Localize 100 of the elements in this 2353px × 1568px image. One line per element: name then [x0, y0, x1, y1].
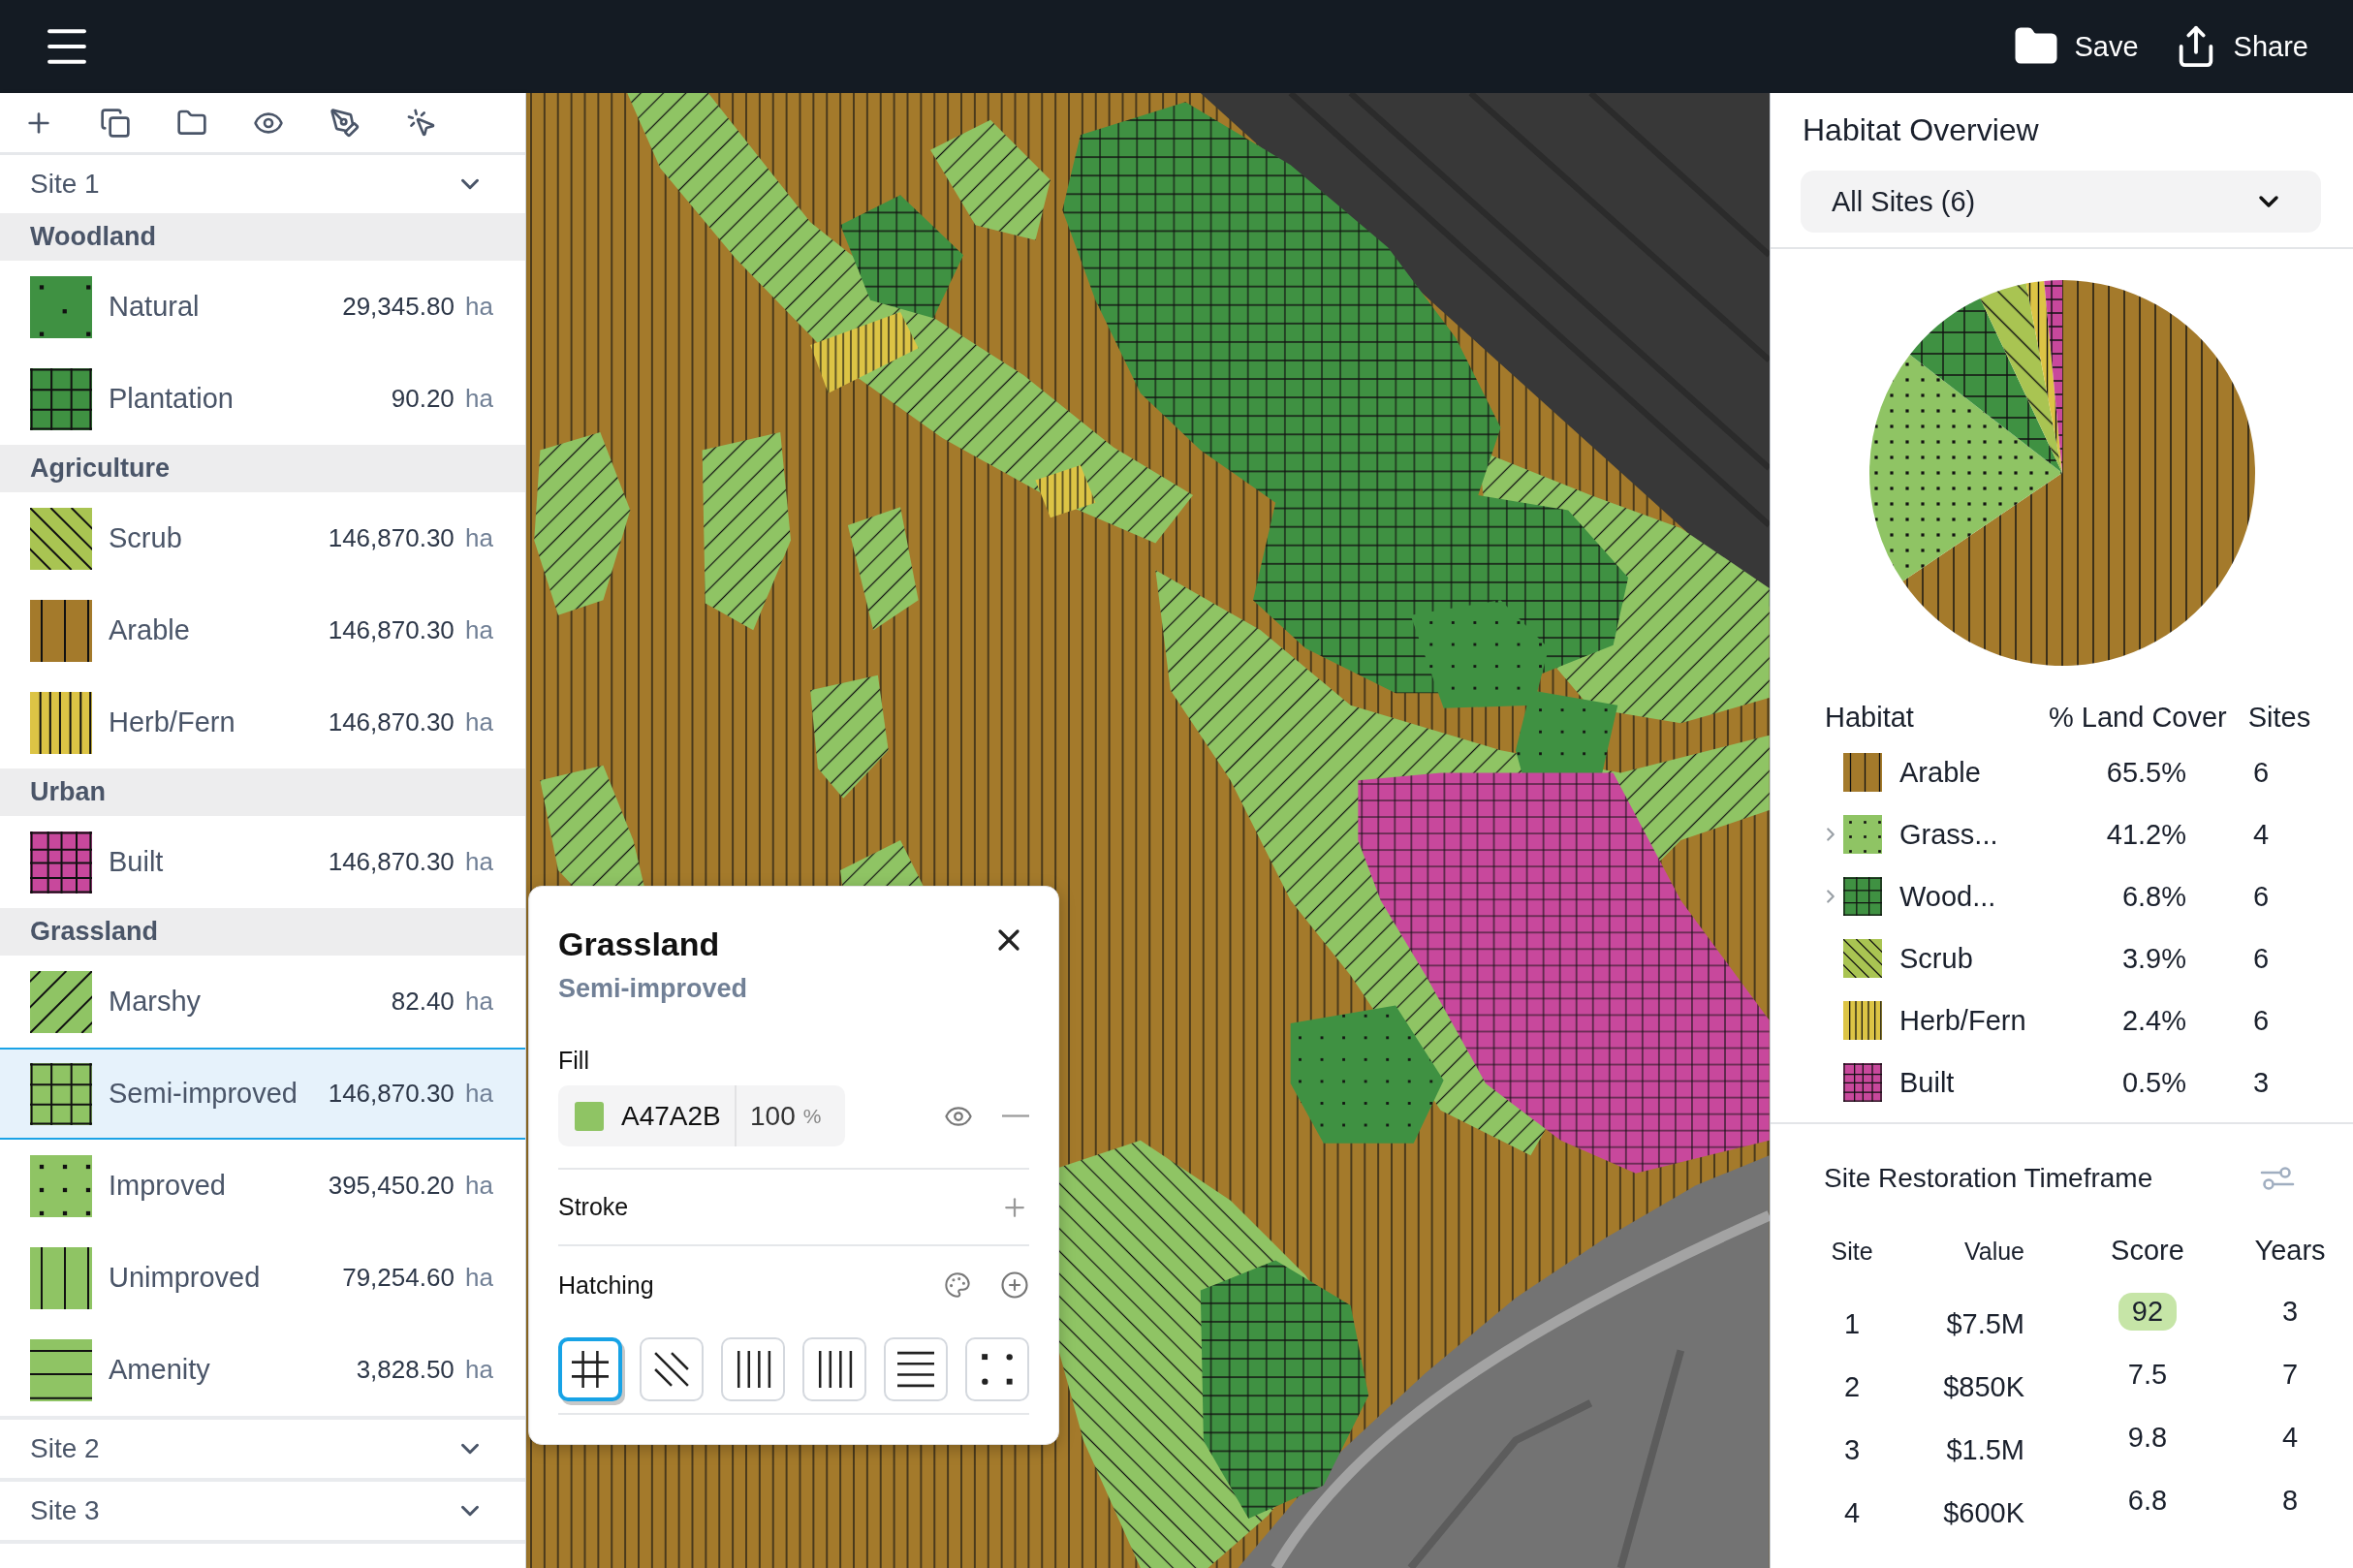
habitat-name: Scrub [1898, 942, 1974, 975]
section-label: Fill [558, 1046, 590, 1075]
table-cell: $600K [1943, 1497, 2024, 1529]
duplicate-button[interactable] [100, 107, 131, 139]
habitat-name: Grass... [1898, 818, 1999, 851]
column-header: Score [2111, 1235, 2184, 1267]
category-header: Grassland [0, 908, 525, 956]
select-tool-button[interactable] [406, 107, 437, 139]
habitat-list-item[interactable]: Built 146,870.30 ha [0, 816, 525, 908]
category-header: Woodland [0, 213, 525, 261]
column-header: % Land Cover [2049, 701, 2227, 734]
plus-circle-icon [1000, 1270, 1029, 1300]
panel-title: Habitat Overview [1802, 111, 2040, 149]
column-header: Sites [2247, 701, 2311, 734]
land-cover-value: 2.4% [2120, 1004, 2186, 1037]
hex-color-field[interactable]: A47A2B [558, 1085, 737, 1146]
site-select[interactable]: All Sites (6) [1801, 171, 2321, 233]
horizontal-hatch-icon [897, 1351, 934, 1388]
habitat-name: Arable [1898, 756, 1982, 789]
habitat-name: Wood... [1898, 880, 1997, 913]
table-cell: 4 [1843, 1497, 1861, 1529]
habitat-list-item[interactable]: Semi-improved 146,870.30 ha [0, 1048, 525, 1140]
habitat-legend-row[interactable]: Arable 65.5% 6 [1771, 741, 2353, 803]
area-value: 82.40 ha [391, 987, 493, 1017]
site-accordion-header[interactable]: Site 3 [0, 1482, 525, 1540]
land-cover-value: 0.5% [2120, 1066, 2186, 1099]
area-value: 90.20 ha [391, 384, 493, 414]
save-button[interactable]: Save [2012, 23, 2139, 70]
table-cell: $7.5M [1946, 1308, 2024, 1340]
popup-subtitle: Semi-improved [558, 973, 748, 1004]
habitat-list-item[interactable]: Improved 395,450.20 ha [0, 1140, 525, 1232]
habitat-name: Herb/Fern [1898, 1004, 2027, 1037]
sliders-icon [2260, 1166, 2295, 1191]
category-header: Urban [0, 768, 525, 816]
habitat-legend-row[interactable]: Built 0.5% 3 [1771, 1051, 2353, 1113]
column-header: Site [1831, 1238, 1873, 1266]
habitat-name: Marshy [109, 986, 203, 1018]
habitat-list-item[interactable]: Amenity 3,828.50 ha [0, 1324, 525, 1416]
site-count: 6 [2251, 880, 2271, 913]
pointer-click-icon [406, 107, 437, 139]
habitat-legend-row[interactable]: Herb/Fern 2.4% 6 [1771, 989, 2353, 1051]
habitat-name: Plantation [109, 383, 235, 415]
site-count: 6 [2251, 1004, 2271, 1037]
area-value: 146,870.30 ha [328, 615, 493, 645]
pen-tool-button[interactable] [329, 107, 361, 139]
habitat-legend-row[interactable]: Wood... 6.8% 6 [1771, 865, 2353, 927]
section-label: Hatching [558, 1270, 654, 1300]
habitat-name: Herb/Fern [109, 706, 236, 738]
minus-icon [1002, 1114, 1029, 1117]
habitat-list-item[interactable]: Arable 146,870.30 ha [0, 584, 525, 676]
table-cell: 6.8 [2127, 1485, 2168, 1517]
palette-icon [944, 1271, 971, 1299]
site-accordion-header[interactable]: Site 2 [0, 1420, 525, 1478]
habitat-name: Arable [109, 614, 191, 646]
area-value: 146,870.30 ha [328, 1079, 493, 1109]
land-cover-value: 65.5% [2105, 756, 2186, 789]
land-cover-value: 41.2% [2105, 818, 2186, 851]
table-cell: 4 [2281, 1422, 2299, 1454]
area-value: 395,450.20 ha [328, 1171, 493, 1201]
area-value: 3,828.50 ha [356, 1355, 493, 1385]
habitat-list-item[interactable]: Natural 29,345.80 ha [0, 261, 525, 353]
habitat-list-item[interactable]: Scrub 146,870.30 ha [0, 492, 525, 584]
habitat-name: Unimproved [109, 1262, 262, 1294]
land-cover-value: 6.8% [2120, 880, 2186, 913]
palette-button[interactable] [944, 1271, 971, 1299]
color-swatch-icon [575, 1101, 604, 1131]
site-accordion-header[interactable]: Site 1 [0, 155, 525, 213]
table-cell: 3 [2281, 1296, 2299, 1328]
habitat-list-item[interactable]: Marshy 82.40 ha [0, 956, 525, 1048]
vertical-hatch-icon [735, 1351, 771, 1388]
add-hatching-button[interactable] [1000, 1270, 1029, 1300]
opacity-field[interactable]: 100 % [737, 1085, 845, 1146]
habitat-list-item[interactable]: Plantation 90.20 ha [0, 353, 525, 445]
habitat-legend-row[interactable]: Scrub 3.9% 6 [1771, 927, 2353, 989]
section-label: Stroke [558, 1193, 629, 1221]
habitat-name: Scrub [109, 522, 183, 554]
panel-title: Site Restoration Timeframe [1824, 1163, 2153, 1194]
habitat-list-item[interactable]: Herb/Fern 146,870.30 ha [0, 676, 525, 768]
area-value: 146,870.30 ha [328, 523, 493, 553]
habitat-name: Built [1898, 1066, 1956, 1099]
habitat-name: Semi-improved [109, 1078, 298, 1110]
copy-icon [100, 107, 131, 139]
habitat-list-item[interactable]: Unimproved 79,254.60 ha [0, 1232, 525, 1324]
table-cell: 2 [1843, 1371, 1861, 1403]
area-value: 146,870.30 ha [328, 707, 493, 737]
area-value: 29,345.80 ha [342, 292, 493, 322]
table-cell: $1.5M [1946, 1434, 2024, 1466]
table-cell: $850K [1943, 1371, 2024, 1403]
vertical-hatch-icon [816, 1351, 853, 1388]
site-count: 6 [2251, 756, 2271, 789]
pen-nib-icon [329, 107, 361, 139]
table-cell: 7.5 [2127, 1359, 2168, 1391]
table-cell: 1 [1843, 1308, 1861, 1340]
area-value: 146,870.30 ha [328, 847, 493, 877]
habitat-legend-row[interactable]: Grass... 41.2% 4 [1771, 803, 2353, 865]
score-badge: 92 [2118, 1293, 2178, 1331]
share-button[interactable]: Share [2173, 24, 2308, 69]
habitat-name: Amenity [109, 1354, 211, 1386]
area-value: 79,254.60 ha [342, 1263, 493, 1293]
table-cell: 9.8 [2127, 1422, 2168, 1454]
